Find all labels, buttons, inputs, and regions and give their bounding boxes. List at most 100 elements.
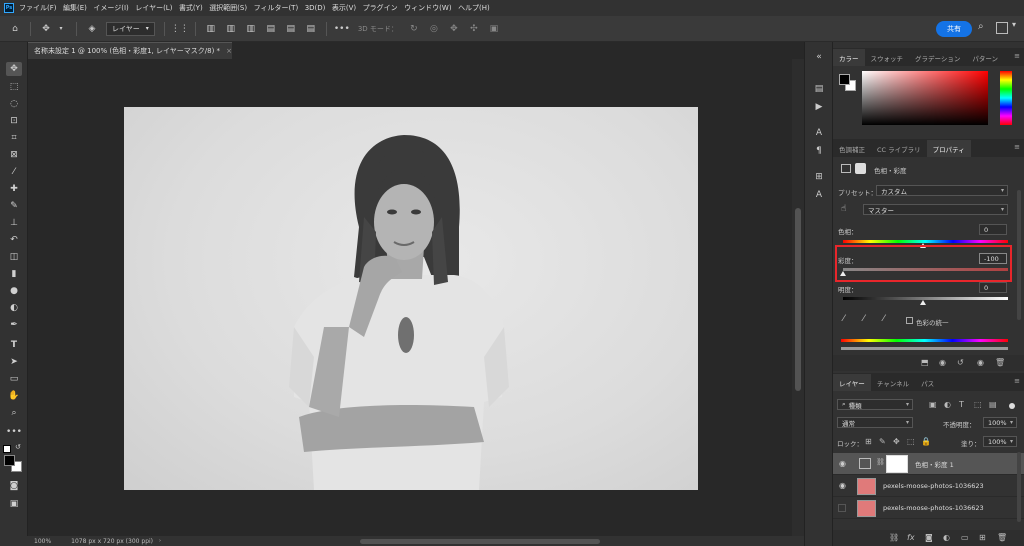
share-button[interactable]: 共有 <box>936 21 972 37</box>
quick-mask-icon[interactable]: ◙ <box>6 479 22 493</box>
layer-name[interactable]: pexels-moose-photos-1036623 <box>883 504 984 512</box>
object-select-tool-icon[interactable]: ⊡ <box>6 114 22 128</box>
layer-name[interactable]: pexels-moose-photos-1036623 <box>883 482 984 490</box>
menu-filter[interactable]: フィルター(T) <box>254 3 299 13</box>
edit-toolbar-icon[interactable]: ••• <box>6 425 22 439</box>
lasso-tool-icon[interactable]: ◌ <box>6 97 22 111</box>
tab-adjustments[interactable]: 色調補正 <box>833 140 871 157</box>
filter-pixel-icon[interactable]: ▣ <box>929 400 937 409</box>
delete-icon[interactable]: 🗑 <box>995 358 1005 367</box>
character-icon[interactable]: A <box>812 126 826 140</box>
chevron-down-icon[interactable]: ▾ <box>1012 20 1016 29</box>
new-adjustment-layer-icon[interactable]: ◐ <box>943 533 950 542</box>
lightness-slider-thumb[interactable] <box>920 300 926 305</box>
path-select-tool-icon[interactable]: ➤ <box>6 355 22 369</box>
document-tab[interactable]: 名称未設定 1 @ 100% (色相・彩度1, レイヤーマスク/8) * × <box>28 42 232 59</box>
menu-plugins[interactable]: プラグイン <box>363 3 398 13</box>
color-picker-field[interactable] <box>862 71 988 125</box>
reset-icon[interactable]: ↺ <box>957 358 964 367</box>
clip-to-layer-icon[interactable]: ⬒ <box>921 358 929 367</box>
colorize-checkbox[interactable] <box>906 317 913 324</box>
properties-scrollbar[interactable] <box>1017 190 1021 320</box>
blend-mode-dropdown[interactable]: 通常 ▾ <box>837 417 913 428</box>
home-icon[interactable]: ⌂ <box>8 22 22 36</box>
hue-value-input[interactable]: 0 <box>979 224 1007 235</box>
type-tool-icon[interactable]: T <box>6 338 22 352</box>
tab-gradients[interactable]: グラデーション <box>909 49 966 66</box>
zoom-level[interactable]: 100% <box>34 538 51 545</box>
auto-select-icon[interactable]: ◈ <box>85 22 99 36</box>
search-icon[interactable]: ⌕ <box>978 21 992 35</box>
eyedropper-add-icon[interactable]: ⁄ <box>863 314 865 324</box>
swap-colors-icon[interactable]: ↺ <box>15 443 21 451</box>
panel-menu-icon[interactable]: ≡ <box>1014 377 1020 385</box>
screen-mode-icon[interactable]: ▣ <box>6 497 22 511</box>
lock-artboard-icon[interactable]: ⬚ <box>907 437 915 446</box>
tab-layers[interactable]: レイヤー <box>833 374 871 391</box>
layer-row[interactable]: ◉ ⛓ 色相・彩度 1 <box>833 453 1024 475</box>
layer-mask-thumbnail[interactable] <box>886 455 908 473</box>
fx-icon[interactable]: fx <box>907 533 915 542</box>
adjustment-icon[interactable] <box>841 164 851 173</box>
tab-patterns[interactable]: パターン <box>966 49 1004 66</box>
3d-slide-icon[interactable]: ✣ <box>467 22 481 36</box>
zoom-tool-icon[interactable]: ⌕ <box>6 406 22 420</box>
menu-layer[interactable]: レイヤー(L) <box>135 3 172 13</box>
chevron-right-icon[interactable]: › <box>159 538 161 544</box>
workspace-icon[interactable] <box>996 22 1008 34</box>
layer-select-dropdown[interactable]: レイヤー ▾ <box>106 21 155 36</box>
menu-edit[interactable]: 編集(E) <box>63 3 87 13</box>
eraser-tool-icon[interactable]: ◫ <box>6 250 22 264</box>
eyedropper-icon[interactable]: ⁄ <box>843 314 845 324</box>
menu-view[interactable]: 表示(V) <box>332 3 356 13</box>
delete-layer-icon[interactable]: 🗑 <box>997 533 1007 542</box>
layer-name[interactable]: 色相・彩度 1 <box>915 459 954 469</box>
opacity-input[interactable]: 100% ▾ <box>983 417 1017 428</box>
crop-tool-icon[interactable]: ⌗ <box>6 131 22 145</box>
fill-input[interactable]: 100% ▾ <box>983 436 1017 447</box>
menu-type[interactable]: 書式(Y) <box>179 3 203 13</box>
add-mask-icon[interactable]: ◙ <box>925 533 933 542</box>
new-layer-icon[interactable]: ⊞ <box>979 533 986 542</box>
view-previous-icon[interactable]: ◉ <box>939 358 946 367</box>
hand-tool-icon[interactable]: ✋ <box>6 389 22 403</box>
move-tool-icon[interactable]: ✥ <box>39 22 53 36</box>
document-info[interactable]: 1078 px x 720 px (300 ppi) <box>71 538 153 545</box>
collapse-arrows-icon[interactable]: « <box>812 50 826 64</box>
tab-swatches[interactable]: スウォッチ <box>865 49 910 66</box>
align-left-icon[interactable]: ▥ <box>204 22 218 36</box>
lock-pixels-icon[interactable]: ✎ <box>879 437 886 446</box>
foreground-color-swatch[interactable] <box>839 74 850 85</box>
lock-position-icon[interactable]: ✥ <box>893 437 900 446</box>
3d-rotate-icon[interactable]: ↻ <box>407 22 421 36</box>
tab-properties[interactable]: プロパティ <box>926 140 971 157</box>
tab-cc-libraries[interactable]: CC ライブラリ <box>871 140 927 157</box>
filter-type-icon[interactable]: T <box>959 400 964 409</box>
close-icon[interactable]: × <box>226 47 232 55</box>
transform-controls-icon[interactable]: ⋮⋮ <box>171 22 189 36</box>
chevron-down-icon[interactable]: ▾ <box>54 22 68 36</box>
filter-toggle-icon[interactable] <box>1009 403 1015 409</box>
lock-transparent-icon[interactable]: ⊞ <box>865 437 872 446</box>
eye-icon[interactable]: ◉ <box>839 459 846 468</box>
filter-shape-icon[interactable]: ⬚ <box>974 400 982 409</box>
panel-menu-icon[interactable]: ≡ <box>1014 52 1020 60</box>
lightness-value-input[interactable]: 0 <box>979 282 1007 293</box>
brush-tool-icon[interactable]: ✎ <box>6 199 22 213</box>
align-top-icon[interactable]: ▤ <box>264 22 278 36</box>
align-right-icon[interactable]: ▥ <box>244 22 258 36</box>
align-bottom-icon[interactable]: ▤ <box>304 22 318 36</box>
targeted-adjustment-hand-icon[interactable]: ☝ <box>841 204 846 214</box>
align-middle-icon[interactable]: ▤ <box>284 22 298 36</box>
menu-file[interactable]: ファイル(F) <box>19 3 57 13</box>
layers-scrollbar[interactable] <box>1017 452 1021 522</box>
3d-roll-icon[interactable]: ◎ <box>427 22 441 36</box>
layer-row[interactable]: pexels-moose-photos-1036623 <box>833 497 1024 519</box>
blur-tool-icon[interactable]: ● <box>6 284 22 298</box>
filter-smart-object-icon[interactable]: ▤ <box>989 400 997 409</box>
3d-scale-icon[interactable]: ▣ <box>487 22 501 36</box>
more-options-icon[interactable]: ••• <box>334 22 350 36</box>
history-icon[interactable]: ▤ <box>812 82 826 96</box>
3d-drag-icon[interactable]: ✥ <box>447 22 461 36</box>
eye-icon[interactable]: ◉ <box>839 481 846 490</box>
